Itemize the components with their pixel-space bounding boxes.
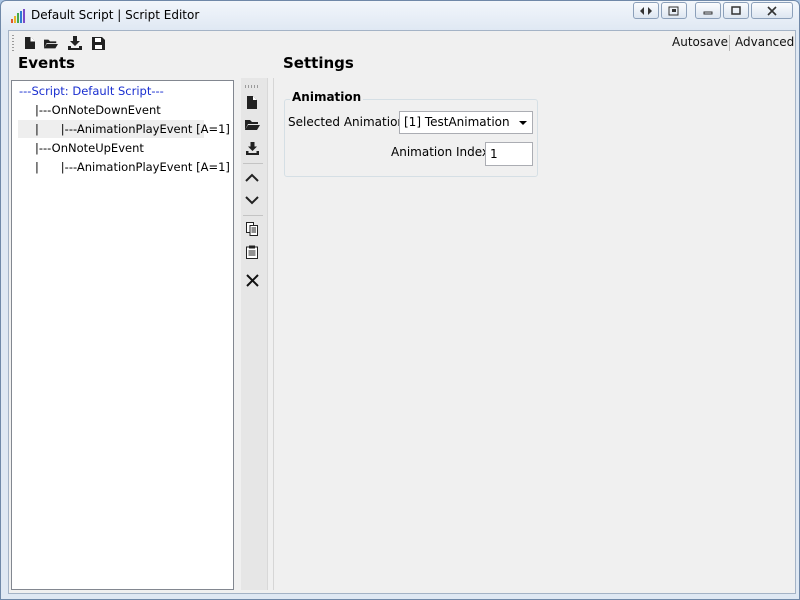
open-folder-icon[interactable] xyxy=(44,36,58,50)
tree-node-animationplay-1[interactable]: | |---AnimationPlayEvent [A=1] xyxy=(18,120,230,138)
animation-index-label: Animation Index: xyxy=(391,145,494,159)
close-icon[interactable] xyxy=(751,2,793,19)
selected-animation-dropdown[interactable]: [1] TestAnimation xyxy=(399,111,533,134)
animation-group-title: Animation xyxy=(290,90,364,104)
new-file-icon[interactable] xyxy=(23,36,37,50)
selected-animation-label: Selected Animation: xyxy=(288,115,410,129)
toolstrip-separator xyxy=(243,215,263,216)
import-icon[interactable] xyxy=(244,140,260,156)
autosave-menu[interactable]: Autosave xyxy=(668,35,732,49)
events-tree[interactable]: ---Script: Default Script--- |---OnNoteD… xyxy=(11,80,234,590)
tree-node-onnotedown[interactable]: |---OnNoteDownEvent xyxy=(35,101,161,119)
selected-animation-value: [1] TestAnimation xyxy=(404,115,510,129)
tree-node-script-root[interactable]: ---Script: Default Script--- xyxy=(19,82,164,100)
events-title: Events xyxy=(18,54,75,72)
toolbar-grip[interactable] xyxy=(12,35,14,51)
move-down-icon[interactable] xyxy=(244,192,260,208)
advanced-menu[interactable]: Advanced xyxy=(731,35,798,49)
menu-separator xyxy=(729,35,730,51)
save-icon[interactable] xyxy=(91,36,105,50)
app-icon xyxy=(11,9,25,23)
title-bar[interactable]: Default Script | Script Editor xyxy=(1,1,799,30)
settings-title: Settings xyxy=(283,54,354,72)
chevron-down-icon xyxy=(519,121,527,125)
minimize-icon[interactable] xyxy=(695,2,721,19)
maximize-icon[interactable] xyxy=(723,2,749,19)
main-toolbar: Autosave Advanced xyxy=(9,31,795,56)
window-title: Default Script | Script Editor xyxy=(31,8,200,22)
move-up-icon[interactable] xyxy=(244,169,260,185)
tree-node-onnoteup[interactable]: |---OnNoteUpEvent xyxy=(35,139,144,157)
popout-icon[interactable] xyxy=(661,2,687,19)
import-icon[interactable] xyxy=(68,36,82,50)
open-icon[interactable] xyxy=(244,117,260,133)
tree-node-animationplay-2[interactable]: | |---AnimationPlayEvent [A=1] xyxy=(35,158,230,176)
restore-left-icon[interactable] xyxy=(633,2,659,19)
animation-index-input[interactable] xyxy=(485,142,533,166)
new-icon[interactable] xyxy=(244,94,260,110)
toolstrip-grip[interactable] xyxy=(245,85,259,88)
toolstrip-separator xyxy=(243,163,263,164)
delete-icon[interactable] xyxy=(244,272,260,288)
copy-icon[interactable] xyxy=(244,221,260,237)
paste-icon[interactable] xyxy=(244,244,260,260)
